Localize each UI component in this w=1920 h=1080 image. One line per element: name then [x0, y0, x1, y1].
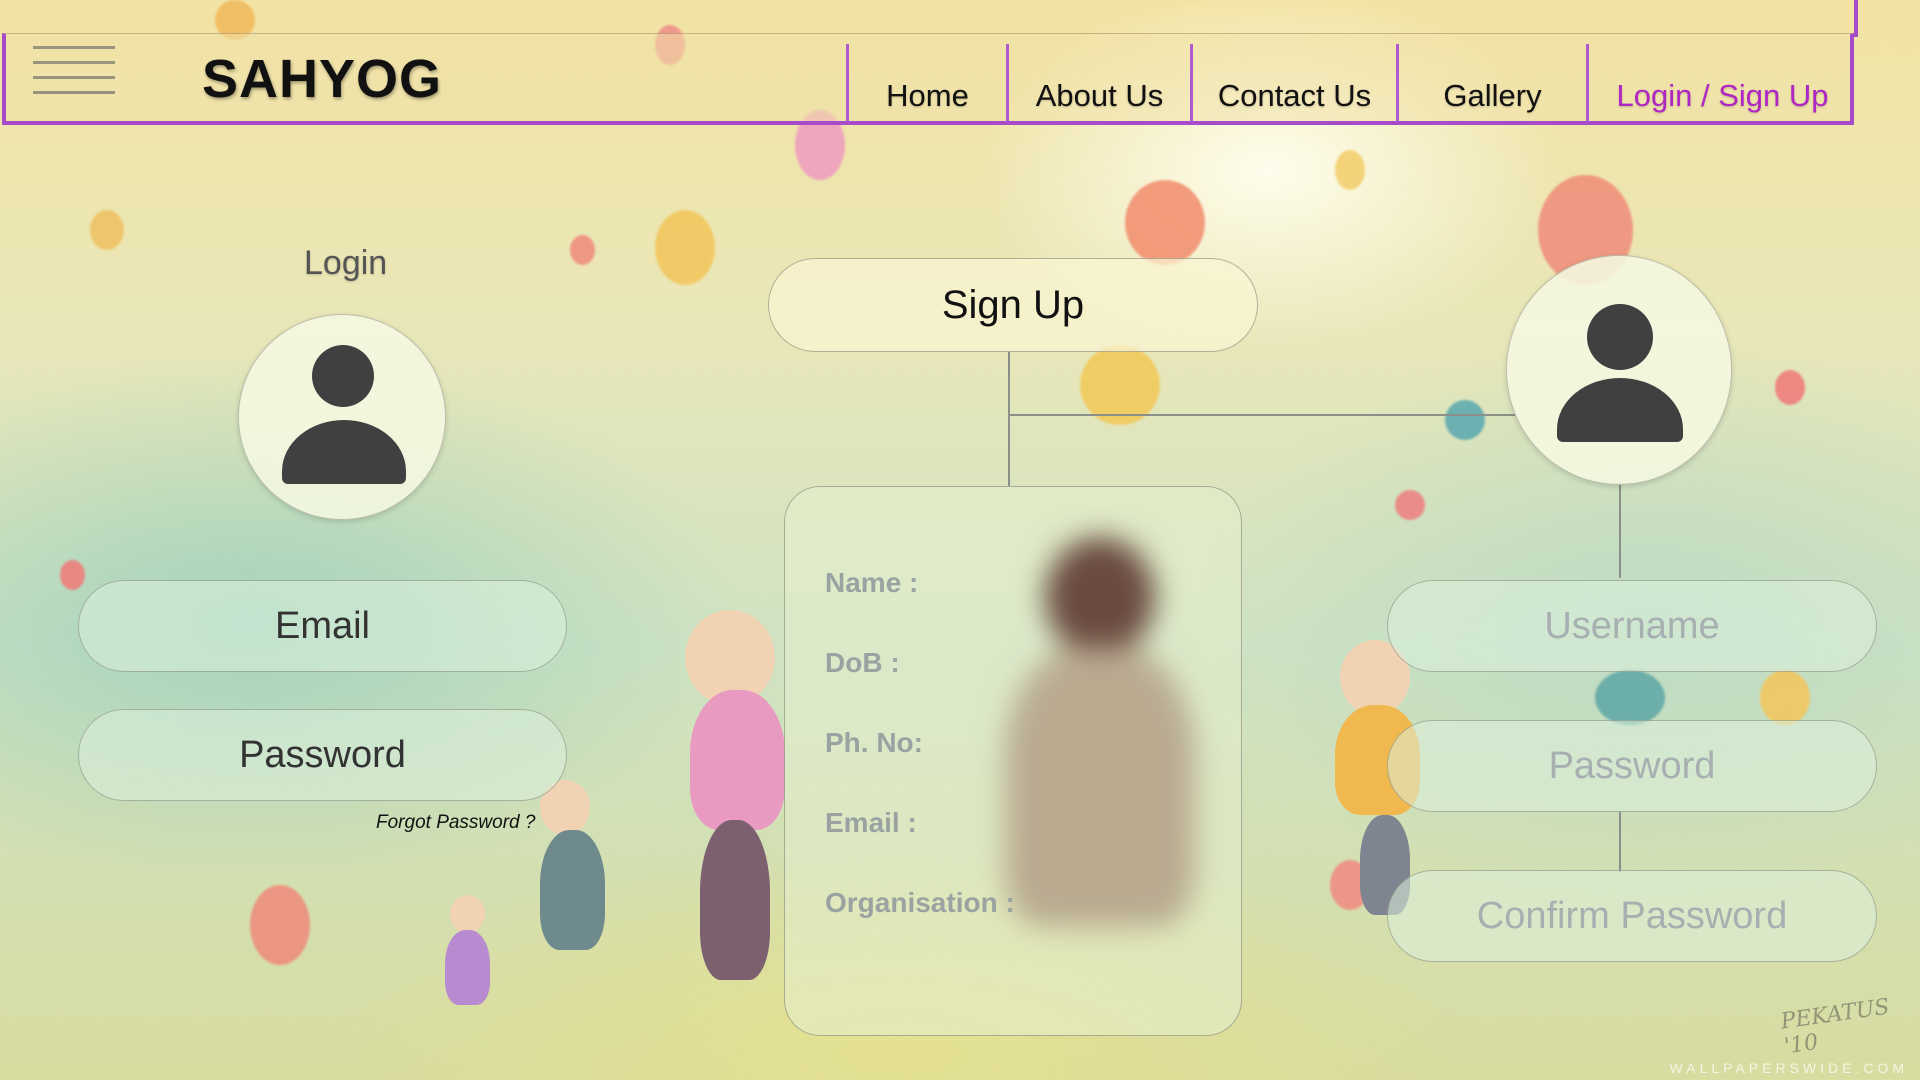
user-icon: [312, 345, 374, 407]
signup-confirm-password-input[interactable]: Confirm Password: [1387, 870, 1877, 962]
nav-home[interactable]: Home: [846, 44, 1006, 122]
signup-password-input[interactable]: Password: [1387, 720, 1877, 812]
forgot-password-link[interactable]: Forgot Password ?: [376, 812, 535, 834]
connector-line: [1619, 482, 1621, 578]
nav-login-signup[interactable]: Login / Sign Up: [1586, 44, 1856, 122]
artist-signature: PEKATUS '10: [1779, 994, 1891, 1060]
signup-button[interactable]: Sign Up: [768, 258, 1258, 352]
signup-organisation-field[interactable]: Organisation :: [825, 887, 1015, 919]
login-password-input[interactable]: Password: [78, 709, 567, 801]
connector-line: [1619, 812, 1621, 872]
signup-form-card: Name : DoB : Ph. No: Email : Organisatio…: [784, 486, 1242, 1036]
nav-gallery[interactable]: Gallery: [1396, 44, 1586, 122]
signup-phone-field[interactable]: Ph. No:: [825, 727, 923, 759]
login-heading: Login: [304, 244, 388, 282]
brand-logo[interactable]: SAHYOG: [202, 48, 442, 110]
menu-icon[interactable]: [33, 46, 115, 110]
nav-contact-us[interactable]: Contact Us: [1190, 44, 1396, 122]
signup-username-input[interactable]: Username: [1387, 580, 1877, 672]
blurred-illustration: [985, 537, 1205, 957]
signup-dob-field[interactable]: DoB :: [825, 647, 900, 679]
login-email-input[interactable]: Email: [78, 580, 567, 672]
signup-name-field[interactable]: Name :: [825, 567, 918, 599]
navbar-edge: [1854, 0, 1858, 37]
user-icon: [1587, 304, 1653, 370]
nav-about-us[interactable]: About Us: [1006, 44, 1190, 122]
connector-line: [1008, 352, 1010, 486]
signup-email-field[interactable]: Email :: [825, 807, 917, 839]
login-avatar: [238, 314, 446, 520]
signup-avatar: [1506, 255, 1732, 485]
watermark: WALLPAPERSWIDE.COM: [1669, 1060, 1908, 1076]
connector-line: [1008, 414, 1515, 416]
navbar: SAHYOG Home About Us Contact Us Gallery …: [2, 33, 1854, 125]
